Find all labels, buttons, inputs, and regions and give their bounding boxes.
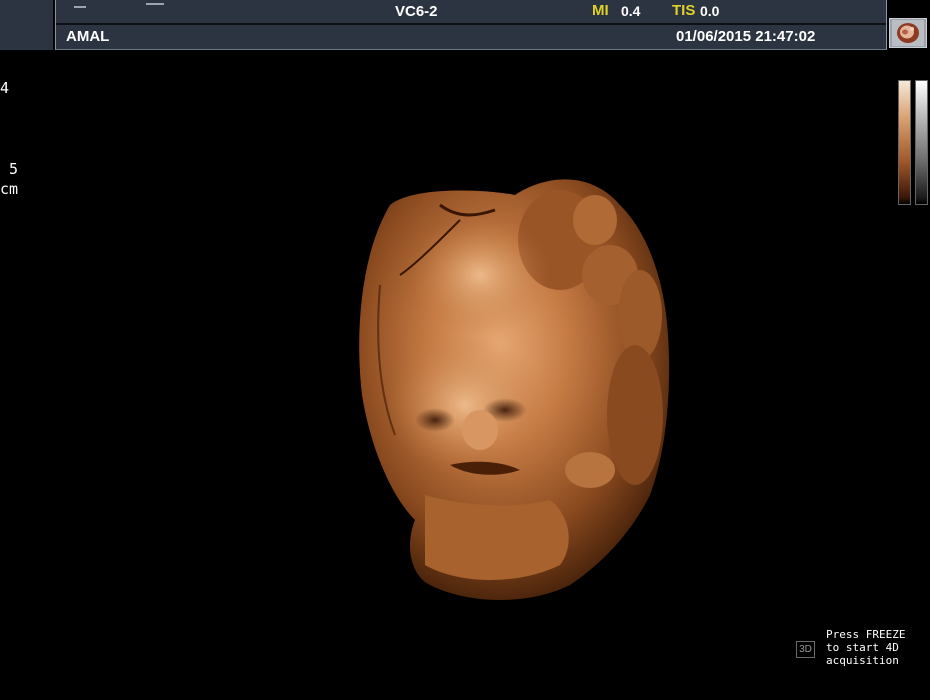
mode-badge-3d: 3D xyxy=(796,641,815,658)
instruction-line: acquisition xyxy=(826,654,899,667)
header-control-mark xyxy=(146,3,164,5)
sepia-colormap-bar xyxy=(898,80,911,205)
depth-unit-label: cm xyxy=(0,180,19,198)
depth-tick-label: 5 xyxy=(9,160,19,178)
acquisition-instruction: Press FREEZE to start 4D acquisition xyxy=(826,628,926,667)
mi-value: 0.4 xyxy=(621,3,641,19)
fetus-thumbnail-icon xyxy=(892,20,924,46)
header-divider xyxy=(56,23,886,25)
depth-tick-label: 4 xyxy=(0,79,10,97)
tis-label: TIS xyxy=(672,2,696,19)
header-left-panel xyxy=(0,0,53,50)
tis-value: 0.0 xyxy=(700,3,720,19)
thumbnail-button[interactable] xyxy=(889,18,927,48)
instruction-line: Press FREEZE xyxy=(826,628,906,641)
header-control-mark xyxy=(74,6,86,8)
probe-name: VC6-2 xyxy=(395,3,438,20)
fetal-3d-render xyxy=(320,165,700,615)
exam-datetime: 01/06/2015 21:47:02 xyxy=(676,28,816,45)
mi-label: MI xyxy=(592,2,609,19)
grayscale-colormap-bar xyxy=(915,80,928,205)
instruction-line: to start 4D xyxy=(826,641,899,654)
fetal-face-render-image xyxy=(359,179,670,600)
patient-name: AMAL xyxy=(66,28,110,45)
header-bar: VC6-2 MI 0.4 TIS 0.0 AMAL 01/06/2015 21:… xyxy=(0,0,930,50)
